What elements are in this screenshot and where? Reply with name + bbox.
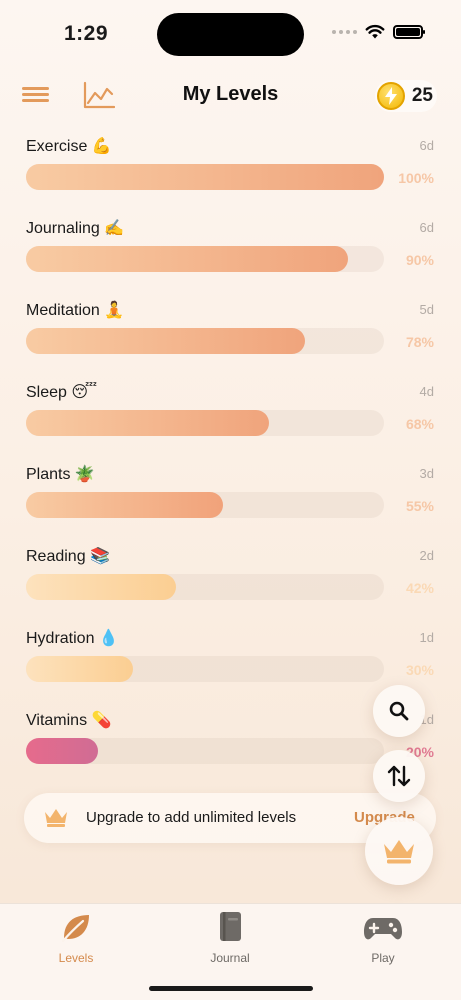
level-progress-bar[interactable] xyxy=(26,164,384,190)
level-progress-fill xyxy=(26,574,177,600)
level-progress-fill xyxy=(26,656,134,682)
home-indicator xyxy=(149,986,313,991)
search-icon xyxy=(389,701,409,721)
level-progress-bar[interactable] xyxy=(26,574,384,600)
level-item[interactable]: Exercise 💪 6d 100% xyxy=(0,133,461,215)
game-controller-icon xyxy=(364,918,402,940)
level-percent: 90% xyxy=(405,252,434,268)
level-days: 1d xyxy=(419,630,434,645)
level-name: Vitamins 💊 xyxy=(26,712,112,729)
level-name: Sleep 😴 xyxy=(26,384,98,401)
coin-count: 25 xyxy=(411,85,433,106)
leaf-icon xyxy=(61,915,89,943)
level-item[interactable]: Reading 📚 2d 42% xyxy=(0,543,461,625)
wifi-icon xyxy=(365,24,385,39)
upgrade-message: Upgrade to add unlimited levels xyxy=(86,809,297,826)
search-button[interactable] xyxy=(373,685,425,737)
level-days: 6d xyxy=(419,138,434,153)
level-progress-fill xyxy=(26,328,306,354)
level-progress-fill xyxy=(26,492,223,518)
level-name: Journaling ✍️ xyxy=(26,220,125,237)
level-days: 6d xyxy=(419,220,434,235)
level-progress-bar[interactable] xyxy=(26,656,384,682)
level-progress-fill xyxy=(26,410,270,436)
level-progress-bar[interactable] xyxy=(26,492,384,518)
level-name: Exercise 💪 xyxy=(26,138,112,155)
level-percent: 78% xyxy=(405,334,434,350)
level-progress-fill xyxy=(26,164,384,190)
cellular-signal-icon xyxy=(332,29,357,34)
status-icons xyxy=(332,24,425,39)
sort-arrows-icon xyxy=(387,765,411,787)
crown-icon xyxy=(45,809,67,827)
level-progress-fill xyxy=(26,246,349,272)
level-percent: 42% xyxy=(405,580,434,596)
tab-levels[interactable]: Levels xyxy=(16,910,136,966)
level-name: Reading 📚 xyxy=(26,548,110,565)
tab-play[interactable]: Play xyxy=(323,910,443,966)
level-percent: 55% xyxy=(405,498,434,514)
battery-icon xyxy=(393,24,425,39)
header: My Levels 25 xyxy=(0,70,461,120)
level-days: 5d xyxy=(419,302,434,317)
level-progress-fill xyxy=(26,738,98,764)
level-name: Plants 🪴 xyxy=(26,466,95,483)
level-days: 3d xyxy=(419,466,434,481)
level-percent: 30% xyxy=(405,662,434,678)
level-progress-bar[interactable] xyxy=(26,738,384,764)
book-icon xyxy=(220,912,241,941)
level-progress-bar[interactable] xyxy=(26,410,384,436)
tab-label: Play xyxy=(371,951,395,965)
coin-balance[interactable]: 25 xyxy=(374,80,437,112)
tab-label: Journal xyxy=(210,951,250,965)
level-days: 2d xyxy=(419,548,434,563)
level-days: 4d xyxy=(419,384,434,399)
tab-label: Levels xyxy=(58,951,94,965)
level-progress-bar[interactable] xyxy=(26,246,384,272)
dynamic-island xyxy=(157,13,304,56)
level-progress-bar[interactable] xyxy=(26,328,384,354)
premium-button[interactable] xyxy=(365,817,433,885)
status-time: 1:29 xyxy=(64,22,109,45)
level-name: Meditation 🧘 xyxy=(26,302,125,319)
level-item[interactable]: Sleep 😴 4d 68% xyxy=(0,379,461,461)
level-item[interactable]: Meditation 🧘 5d 78% xyxy=(0,297,461,379)
level-percent: 68% xyxy=(405,416,434,432)
level-item[interactable]: Journaling ✍️ 6d 90% xyxy=(0,215,461,297)
lightning-coin-icon xyxy=(376,82,405,110)
sort-button[interactable] xyxy=(373,750,425,802)
level-item[interactable]: Plants 🪴 3d 55% xyxy=(0,461,461,543)
crown-icon xyxy=(384,840,414,864)
level-name: Hydration 💧 xyxy=(26,630,119,647)
status-bar: 1:29 xyxy=(0,0,461,60)
level-percent: 100% xyxy=(398,170,434,186)
tab-journal[interactable]: Journal xyxy=(170,910,290,966)
